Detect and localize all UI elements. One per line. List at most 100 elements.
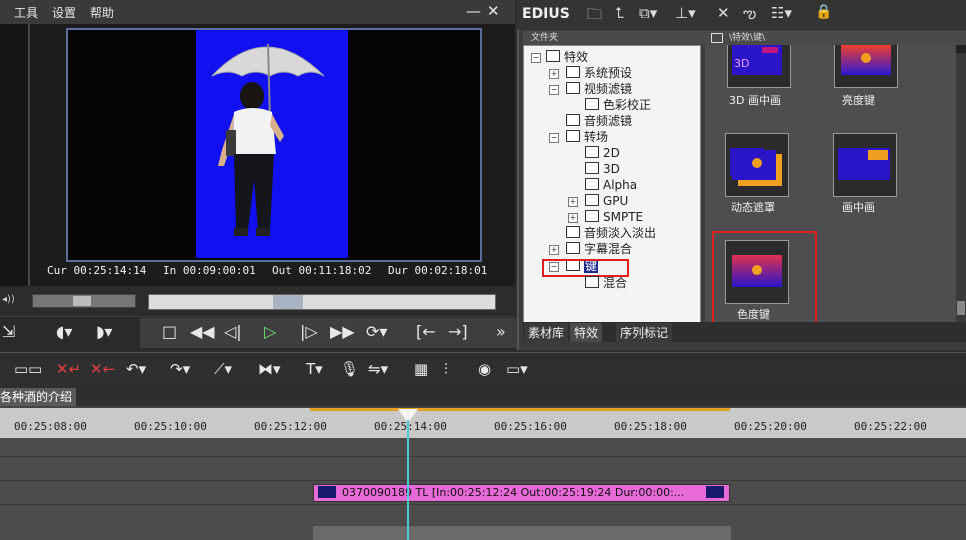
close-button[interactable]: ✕ [487, 2, 500, 20]
tab-sequence-markers[interactable]: 序列标记 [616, 323, 673, 342]
folder-icon [566, 82, 580, 94]
ruler-tick-label: 00:25:16:00 [494, 420, 567, 433]
effect-label-motion-mask: 动态遮罩 [731, 201, 775, 214]
tree-expand-toggle[interactable]: + [549, 69, 559, 79]
tree-item-audio-filters[interactable]: 音频滤镜 [566, 114, 632, 128]
folder-icon [566, 226, 580, 238]
menu-help[interactable]: 帮助 [90, 4, 114, 21]
sequence-tab[interactable]: 各种酒的介绍 [0, 388, 76, 406]
step-back-button[interactable]: ◁| [224, 322, 242, 342]
rewind-button[interactable]: ◀◀ [190, 322, 215, 342]
ruler-tick-label: 00:25:12:00 [254, 420, 327, 433]
effect-thumb-motion-mask[interactable] [725, 133, 789, 197]
next-edit-button[interactable]: →] [448, 322, 468, 342]
chroma-key-highlight-box [712, 231, 817, 334]
effects-scrollbar[interactable] [956, 45, 966, 322]
folder-icon[interactable]: 🗀 [587, 4, 602, 29]
position-bar[interactable] [148, 294, 496, 310]
ruler-tick-label: 00:25:08:00 [14, 420, 87, 433]
properties-icon[interactable]: ఌ [743, 4, 756, 26]
delete-gap-icon[interactable]: ✕← [90, 360, 115, 378]
mode-icon[interactable]: ▭▭ [14, 360, 42, 378]
mixer-icon[interactable]: ⫶ [444, 360, 448, 378]
audio-monitor-icon[interactable]: ◂)) [2, 294, 15, 305]
tree-item-system-presets[interactable]: 系统预设 [566, 66, 632, 80]
prev-edit-button[interactable]: [← [416, 322, 436, 342]
grid-icon[interactable]: ▦ [414, 360, 428, 378]
folder-tree-header: 文件夹 [523, 31, 707, 45]
folder-icon [566, 114, 580, 126]
play-button[interactable]: ▷ [264, 322, 276, 342]
tree-expand-toggle[interactable]: + [568, 213, 578, 223]
effect-thumb-3d-pip[interactable]: 3D [727, 45, 791, 88]
tree-collapse-toggle[interactable]: − [531, 53, 541, 63]
record-icon[interactable]: ◉ [478, 360, 491, 378]
tree-item-alpha[interactable]: Alpha [585, 178, 637, 192]
path-header: \特效\键\ [705, 31, 966, 45]
ruler-tick-label: 00:25:10:00 [134, 420, 207, 433]
set-in-button[interactable]: ◖▾ [56, 322, 72, 342]
up-folder-icon[interactable]: ⮤ [615, 4, 624, 22]
menu-settings[interactable]: 设置 [52, 4, 76, 21]
keys-highlight-box [542, 259, 629, 277]
folder-icon [585, 210, 599, 222]
thumb-graphic: 3D [732, 45, 782, 75]
tree-item-video-filters[interactable]: 视频滤镜 [566, 82, 632, 96]
undo-icon[interactable]: ↶▾ [126, 360, 146, 378]
player-strip [0, 24, 30, 286]
more-chevron-icon[interactable]: » [496, 322, 506, 342]
ruler-tick-label: 00:25:18:00 [614, 420, 687, 433]
window-icon[interactable]: ▭▾ [506, 360, 528, 378]
tree-item-3d[interactable]: 3D [585, 162, 620, 176]
tree-item-gpu[interactable]: GPU [585, 194, 628, 208]
scroll-thumb[interactable] [957, 301, 965, 315]
microphone-icon[interactable]: 🎙 [340, 360, 359, 378]
stop-button[interactable]: □ [162, 322, 177, 342]
tree-item-smpte[interactable]: SMPTE [585, 210, 643, 224]
effect-thumb-pip[interactable] [833, 133, 897, 197]
minimize-button[interactable]: — [466, 2, 481, 20]
tree-item-mix[interactable]: 混合 [585, 276, 627, 290]
menu-tools[interactable]: 工具 [14, 4, 38, 21]
scroll-up-button[interactable] [956, 45, 966, 53]
tree-collapse-toggle[interactable]: − [549, 85, 559, 95]
left-edge-icon[interactable]: ⇲ [2, 322, 15, 342]
tree-item-audio-fades[interactable]: 音频淡入淡出 [566, 226, 656, 240]
delete-icon[interactable]: ✕ [717, 4, 730, 22]
title-icon[interactable]: T▾ [306, 360, 323, 378]
export-icon[interactable]: ⇋▾ [368, 360, 388, 378]
fast-forward-button[interactable]: ▶▶ [330, 322, 355, 342]
tree-item-color-correction[interactable]: 色彩校正 [585, 98, 651, 112]
shuttle-handle[interactable] [73, 296, 91, 306]
tree-item-transitions[interactable]: 转场 [566, 130, 608, 144]
tab-bin[interactable]: 素材库 [524, 323, 569, 342]
folder-icon [585, 194, 599, 206]
audio-clip[interactable] [313, 526, 731, 540]
tree-expand-toggle[interactable]: + [549, 245, 559, 255]
view-icon[interactable]: ☷▾ [771, 4, 792, 22]
razor-icon[interactable]: ⟋▾ [214, 360, 232, 378]
new-folder-icon[interactable]: ⧉▾ [639, 4, 657, 22]
effect-label-3d-pip: 3D 画中画 [729, 94, 781, 107]
redo-icon[interactable]: ↷▾ [170, 360, 190, 378]
sync-icon[interactable]: ⧓▾ [258, 360, 281, 378]
tree-expand-toggle[interactable]: + [568, 197, 578, 207]
clip-label: 0370090189 TL [In:00:25:12:24 Out:00:25:… [342, 486, 685, 499]
tree-collapse-toggle[interactable]: − [549, 133, 559, 143]
thumb-graphic [838, 148, 890, 180]
lock-icon[interactable]: 🔒 [815, 4, 832, 20]
loop-button[interactable]: ⟳▾ [366, 322, 387, 342]
tree-item-2d[interactable]: 2D [585, 146, 620, 160]
thumb-graphic [841, 45, 891, 75]
set-out-button[interactable]: ◗▾ [96, 322, 112, 342]
step-forward-button[interactable]: |▷ [300, 322, 318, 342]
tab-effects[interactable]: 特效 [570, 323, 603, 342]
tree-item-effects[interactable]: 特效 [546, 50, 588, 64]
tree-item-title-mix[interactable]: 字幕混合 [566, 242, 632, 256]
folder-icon [585, 98, 599, 110]
shuttle-slider[interactable] [32, 294, 136, 308]
add-to-timeline-icon[interactable]: ⊥▾ [675, 4, 696, 22]
in-out-range [310, 408, 730, 411]
effect-thumb-luma-key[interactable] [834, 45, 898, 88]
ripple-delete-icon[interactable]: ✕↵ [56, 360, 81, 378]
